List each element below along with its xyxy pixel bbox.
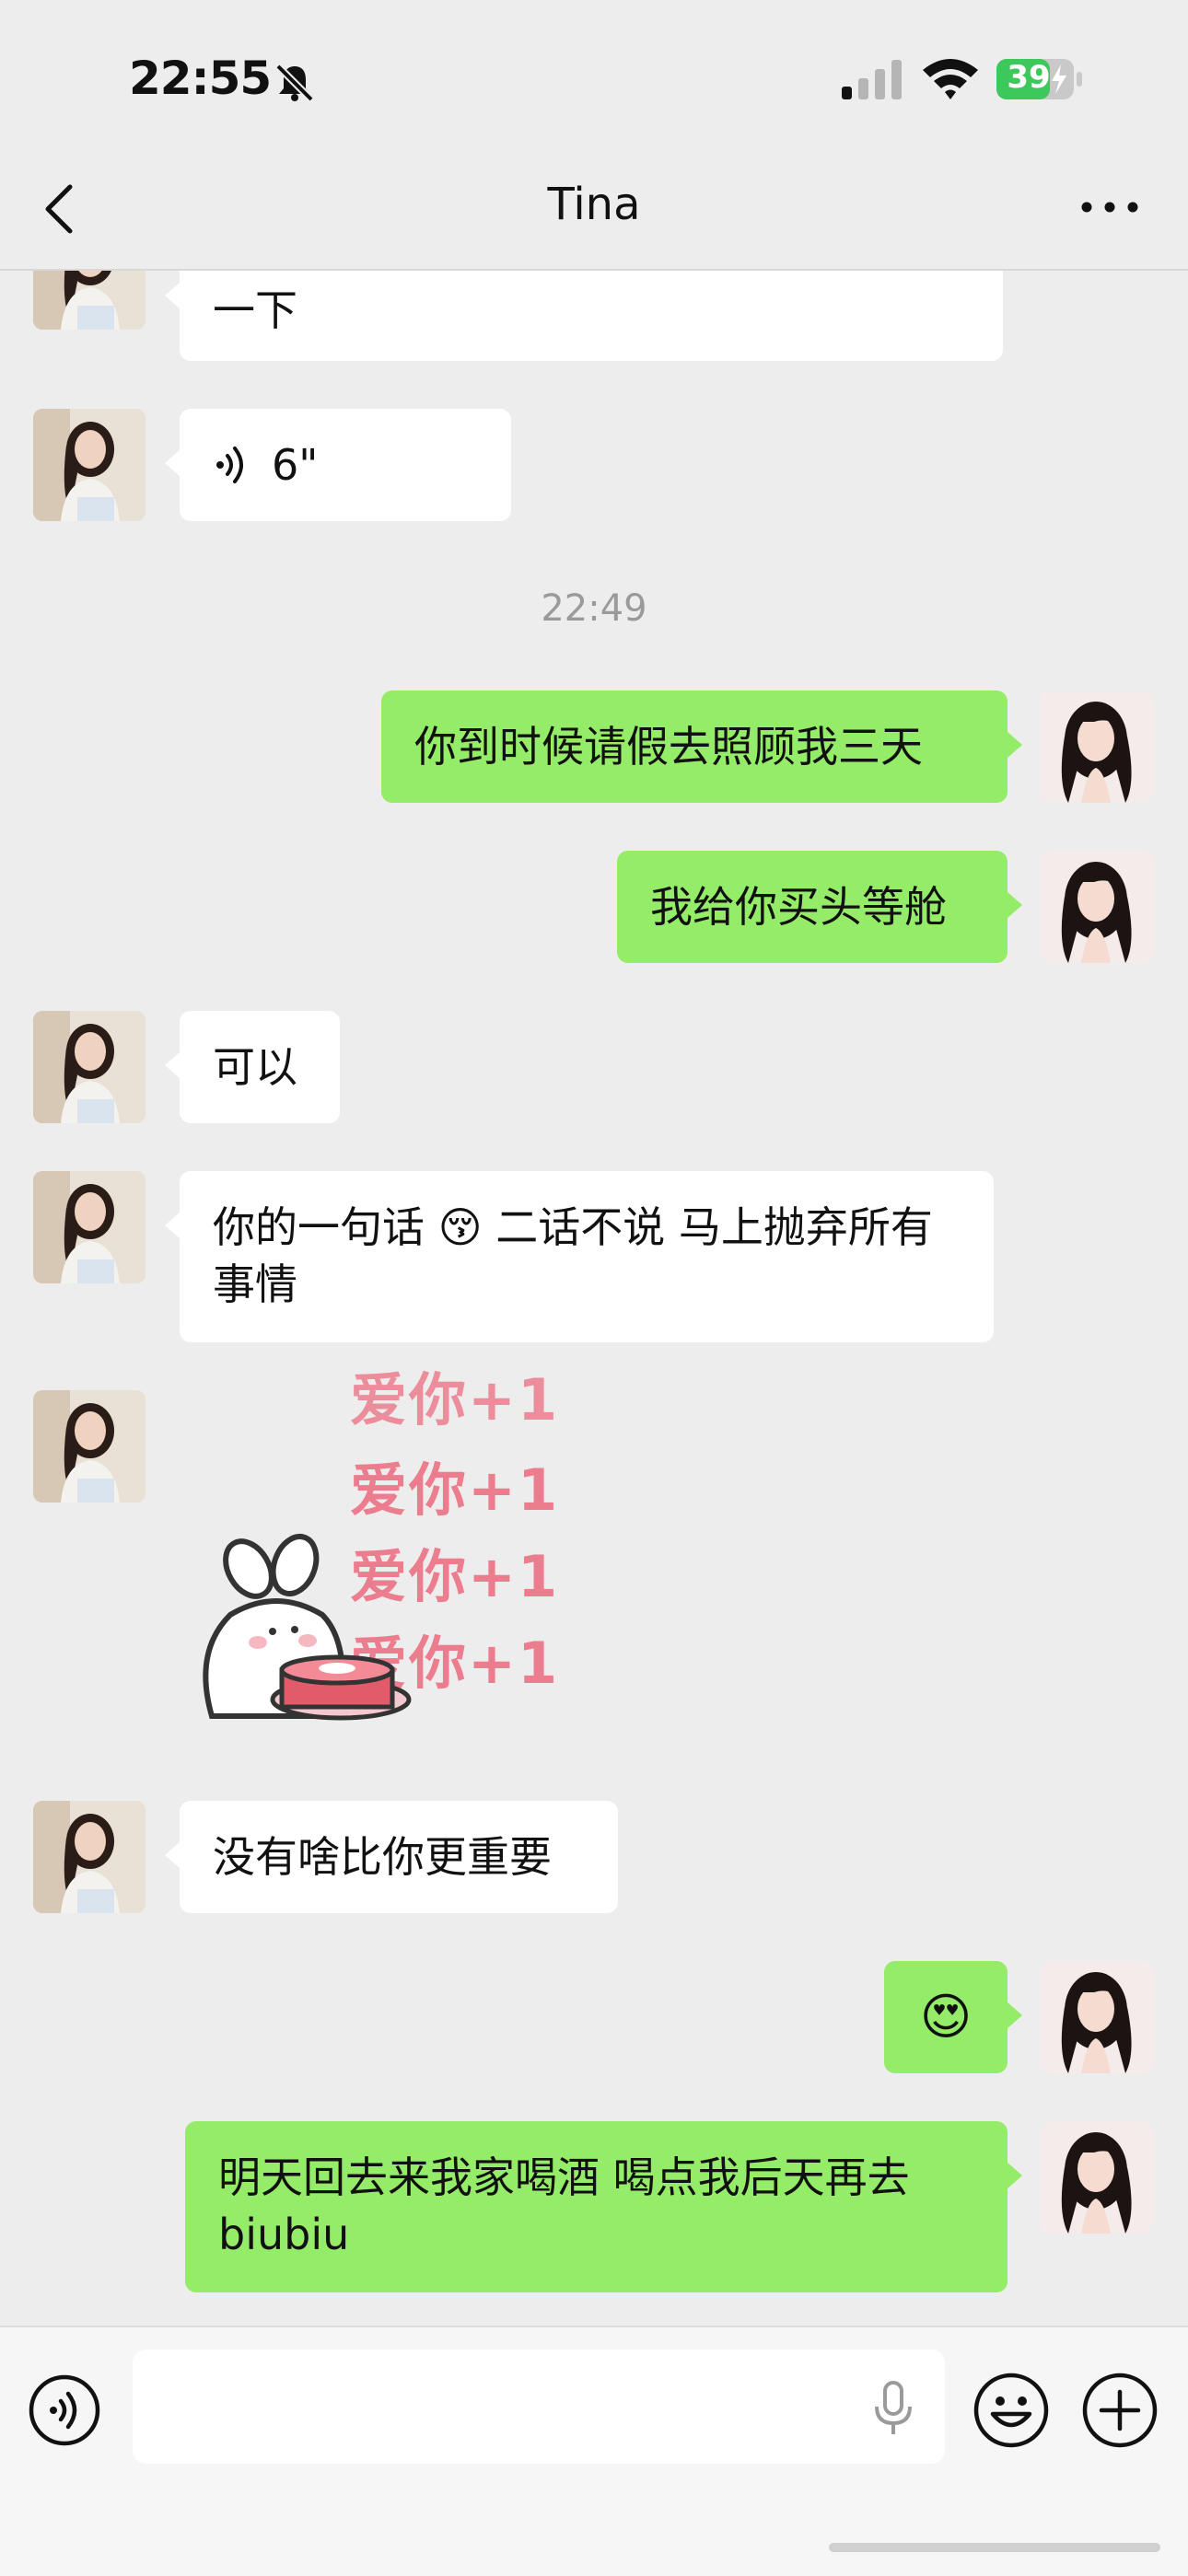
message-text: 你的一句话 😚 二话不说 马上抛弃所有事情 — [213, 1202, 933, 1309]
message-text: 我给你买头等舱 — [650, 882, 947, 932]
voice-icon[interactable] — [28, 2373, 101, 2447]
voice-wave-icon — [216, 447, 243, 483]
emoji-icon[interactable] — [973, 2372, 1050, 2449]
chat-header: Tina — [0, 157, 1188, 271]
home-indicator — [829, 2543, 1160, 2552]
incoming-message[interactable]: 可以 — [165, 1011, 340, 1123]
voice-message[interactable]: 6" — [165, 409, 511, 521]
message-text: 一下 — [213, 285, 297, 335]
wifi-icon — [923, 59, 978, 99]
battery-level: 39 — [1007, 59, 1051, 96]
sticker-text: 爱你+1 — [350, 1456, 560, 1524]
sticker-text: 爱你+1 — [350, 1366, 560, 1433]
outgoing-message[interactable]: 我给你买头等舱 — [617, 851, 1022, 963]
my-avatar[interactable] — [1041, 1961, 1153, 2073]
contact-avatar[interactable] — [33, 1801, 146, 1913]
contact-avatar[interactable] — [33, 269, 146, 330]
contact-avatar[interactable] — [33, 409, 146, 521]
outgoing-message[interactable]: 你到时候请假去照顾我三天 — [381, 690, 1022, 803]
my-avatar[interactable] — [1041, 2121, 1153, 2234]
outgoing-message[interactable]: 😍 — [884, 1961, 1022, 2073]
contact-avatar[interactable] — [33, 1171, 146, 1283]
incoming-message[interactable]: 没有啥比你更重要 — [165, 1801, 618, 1913]
incoming-message[interactable]: 你的一句话 😚 二话不说 马上抛弃所有事情 — [165, 1171, 994, 1342]
incoming-message[interactable]: 一下 — [165, 269, 1003, 361]
contact-avatar[interactable] — [33, 1011, 146, 1123]
my-avatar[interactable] — [1041, 851, 1153, 963]
message-emoji: 😍 — [919, 1988, 973, 2046]
message-text: 可以 — [213, 1042, 297, 1092]
message-text: 明天回去来我家喝酒 喝点我后天再去biubiu — [218, 2152, 910, 2259]
chat-title: Tina — [547, 179, 641, 230]
bunny-cake-illustration — [203, 1534, 412, 1721]
message-input[interactable] — [133, 2350, 945, 2464]
voice-duration: 6" — [272, 440, 319, 490]
plus-icon[interactable] — [1081, 2372, 1159, 2449]
microphone-icon[interactable] — [871, 2379, 915, 2438]
cellular-signal-icon — [842, 60, 902, 99]
more-icon[interactable] — [1077, 193, 1142, 221]
status-time: 22:55 — [129, 52, 272, 105]
timestamp: 22:49 — [541, 587, 647, 630]
status-bar: 22:55 39 — [0, 0, 1188, 157]
message-text: 你到时候请假去照顾我三天 — [414, 722, 923, 772]
message-text: 没有啥比你更重要 — [213, 1832, 552, 1882]
sticker-message[interactable]: 爱你+1 爱你+1 爱你+1 爱你+1 — [193, 1366, 562, 1790]
bell-muted-icon — [275, 64, 314, 102]
contact-avatar[interactable] — [33, 1390, 146, 1503]
my-avatar[interactable] — [1041, 690, 1153, 803]
message-list[interactable]: 一下 6" 22:49 你到时候请假去照顾我三天 我给你买头等舱 可以 你的一句… — [0, 269, 1188, 2326]
outgoing-message[interactable]: 明天回去来我家喝酒 喝点我后天再去biubiu — [185, 2121, 1022, 2292]
input-bar — [0, 2326, 1188, 2576]
